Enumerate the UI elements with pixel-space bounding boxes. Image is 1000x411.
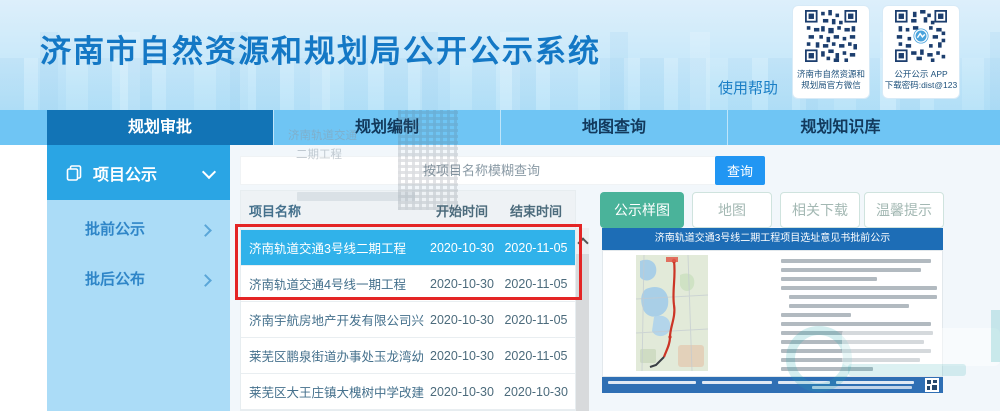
cell-end-time: 2020-11-05 <box>497 241 575 255</box>
wechat-qr-code-icon <box>802 10 860 62</box>
document-text-lines <box>781 259 939 376</box>
footer-qr-icon <box>925 378 939 392</box>
scrollbar-up-button[interactable] <box>576 228 589 254</box>
publicity-sample-image-button[interactable]: 公示样图 <box>600 192 684 228</box>
sidebar-subitem-label: 批后公布 <box>85 271 145 288</box>
help-link[interactable]: 使用帮助 <box>718 77 778 98</box>
app-qr-label: 公开公示 APP 下载密码:dist@123 <box>883 69 959 91</box>
cell-project-name: 济南轨道交通3号线二期工程 <box>241 238 427 257</box>
document-title-bar: 济南轨道交通3号线二期工程项目选址意见书批前公示 <box>602 228 943 250</box>
search-button[interactable]: 查询 <box>715 156 765 185</box>
document-footer-bar <box>602 377 943 393</box>
project-table: 项目名称 开始时间 结束时间 济南轨道交通3号线二期工程 2020-10-30 … <box>240 190 576 411</box>
table-row[interactable]: 济南宇航房地产开发有限公司兴 2020-10-30 2020-11-05 <box>241 301 575 337</box>
ghost-text-artifact: 济南轨道交通 <box>288 127 357 143</box>
tab-map-query[interactable]: 地图查询 <box>500 110 727 145</box>
main-nav-tabbar: 规划审批 规划编制 地图查询 规划知识库 <box>0 110 1000 145</box>
chevron-up-icon <box>577 237 588 248</box>
related-downloads-button[interactable]: 相关下载 <box>780 192 860 228</box>
cell-end-time: 2020-11-05 <box>497 313 575 327</box>
table-row[interactable]: 济南轨道交通4号线一期工程 2020-10-30 2020-11-05 <box>241 265 575 301</box>
main-content: 查询 项目名称 开始时间 结束时间 济南轨道交通3号线二期工程 2020-10-… <box>230 145 1000 411</box>
document-preview <box>602 250 943 377</box>
sidebar-item-pre-approval-publicity[interactable]: 批前公示 <box>47 205 230 255</box>
ghost-text-artifact <box>297 192 415 201</box>
tab-planning-approval[interactable]: 规划审批 <box>47 110 273 145</box>
chevron-right-icon <box>199 274 212 287</box>
cell-start-time: 2020-10-30 <box>427 277 497 291</box>
page-title: 济南市自然资源和规划局公开公示系统 <box>40 26 601 71</box>
app-window: 济南市自然资源和规划局公开公示系统 使用帮助 <box>0 0 1000 411</box>
cell-project-name: 济南宇航房地产开发有限公司兴 <box>241 310 427 329</box>
cell-project-name: 济南轨道交通4号线一期工程 <box>241 274 427 293</box>
chevron-down-icon <box>202 165 216 179</box>
ghost-text-artifact: 二期工程 <box>296 146 342 162</box>
friendly-reminder-button[interactable]: 温馨提示 <box>864 192 944 228</box>
sidebar: 项目公示 批前公示 批后公布 <box>47 145 230 411</box>
cell-end-time: 2020-10-30 <box>497 385 575 399</box>
cell-start-time: 2020-10-30 <box>427 385 497 399</box>
table-row[interactable]: 莱芜区鹏泉街道办事处玉龙湾幼 2020-10-30 2020-11-05 <box>241 337 575 373</box>
column-header-end-time: 结束时间 <box>497 201 575 220</box>
banner: 济南市自然资源和规划局公开公示系统 使用帮助 <box>0 0 1000 110</box>
cell-end-time: 2020-11-05 <box>497 277 575 291</box>
cell-start-time: 2020-10-30 <box>427 313 497 327</box>
sidebar-item-post-approval-publication[interactable]: 批后公布 <box>47 255 230 305</box>
map-button[interactable]: 地图 <box>692 192 772 228</box>
app-qr-code-icon <box>892 10 950 62</box>
site-map-image <box>636 255 708 371</box>
app-qr-card: 公开公示 APP 下载密码:dist@123 <box>882 5 960 99</box>
wechat-qr-label: 济南市自然资源和 规划局官方微信 <box>793 69 869 91</box>
documents-icon <box>65 164 83 182</box>
sidebar-item-label: 项目公示 <box>93 161 157 185</box>
sidebar-item-project-publicity[interactable]: 项目公示 <box>47 145 230 200</box>
cell-start-time: 2020-10-30 <box>427 241 497 255</box>
table-row[interactable]: 莱芜区大王庄镇大槐树中学改建 2020-10-30 2020-10-30 <box>241 373 575 409</box>
wechat-qr-card: 济南市自然资源和 规划局官方微信 <box>792 5 870 99</box>
cell-start-time: 2020-10-30 <box>427 349 497 363</box>
tab-planning-knowledge-base[interactable]: 规划知识库 <box>727 110 953 145</box>
table-scrollbar[interactable] <box>576 228 589 411</box>
chevron-right-icon <box>199 224 212 237</box>
cell-end-time: 2020-11-05 <box>497 349 575 363</box>
cell-project-name: 莱芜区鹏泉街道办事处玉龙湾幼 <box>241 346 427 365</box>
table-row[interactable]: 济南轨道交通3号线二期工程 2020-10-30 2020-11-05 <box>241 229 575 265</box>
sidebar-subitem-label: 批前公示 <box>85 221 145 238</box>
cell-project-name: 莱芜区大王庄镇大槐树中学改建 <box>241 382 427 401</box>
